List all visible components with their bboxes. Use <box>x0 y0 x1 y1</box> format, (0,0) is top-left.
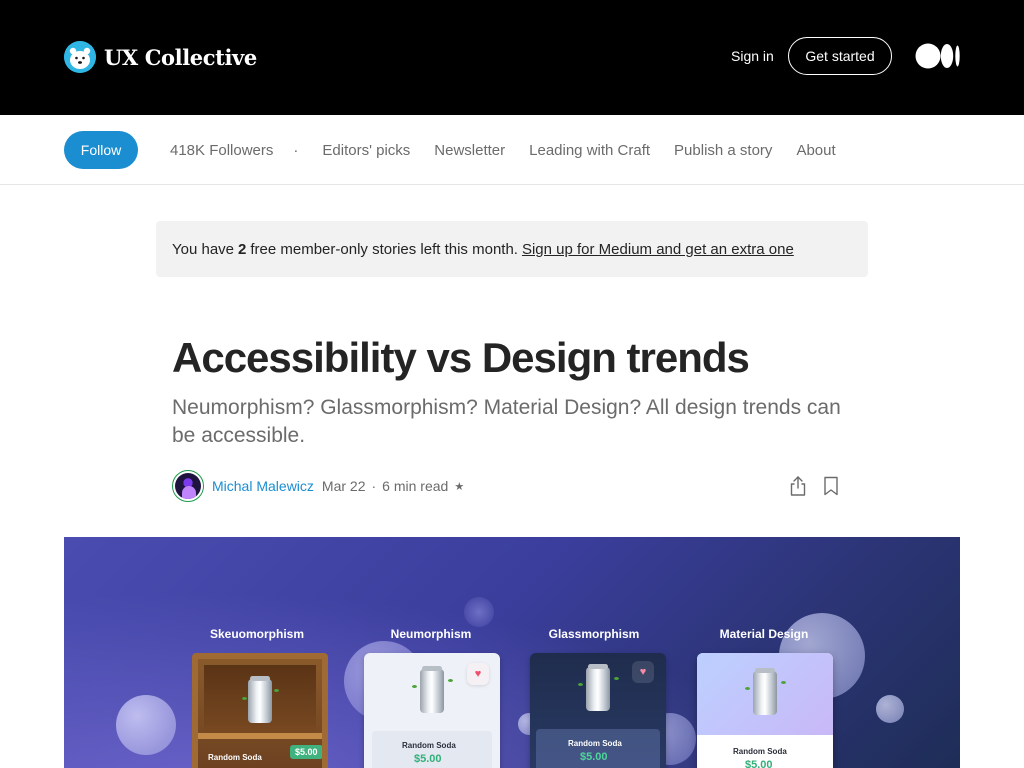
author-avatar[interactable] <box>172 470 204 502</box>
material-design-card: Random Soda $5.00 <box>697 653 833 768</box>
read-time: 6 min read <box>382 478 449 494</box>
product-name: Random Soda <box>208 753 262 762</box>
leaf-icon <box>274 689 279 692</box>
product-price: $5.00 <box>745 759 773 768</box>
product-name: Random Soda <box>402 741 456 750</box>
soda-can-icon <box>586 664 610 711</box>
decorative-bubble <box>116 695 176 755</box>
soda-can-icon <box>248 676 272 723</box>
article-title: Accessibility vs Design trends <box>172 334 750 381</box>
heart-icon: ♥ <box>632 661 654 683</box>
decorative-bubble <box>876 695 904 723</box>
medium-logo-icon[interactable] <box>915 43 961 69</box>
top-bar: UX Collective Sign in Get started <box>0 0 1024 115</box>
nav-item-leading-with-craft[interactable]: Leading with Craft <box>529 142 650 159</box>
nav-item-publish-a-story[interactable]: Publish a story <box>674 142 772 159</box>
banner-suffix: free member-only stories left this month… <box>250 240 518 258</box>
publication-name: UX Collective <box>104 44 257 70</box>
leaf-icon <box>412 685 417 688</box>
card-label-material-design: Material Design <box>719 627 809 641</box>
glassmorphism-card: ♥ Random Soda $5.00 <box>530 653 666 768</box>
card-label-neumorphism: Neumorphism <box>390 627 472 641</box>
sign-in-link[interactable]: Sign in <box>731 48 774 64</box>
member-stories-banner: You have 2 free member-only stories left… <box>156 221 868 277</box>
shelf-plank <box>198 733 322 739</box>
leaf-icon <box>578 683 583 686</box>
publication-nav: Follow 418K Followers · Editors' picks N… <box>0 115 1024 185</box>
meta-separator: · <box>371 478 377 494</box>
product-name: Random Soda <box>568 739 622 748</box>
article-byline: Michal Malewicz Mar 22 · 6 min read ★ <box>172 470 464 502</box>
neumorphism-card: ♥ Random Soda $5.00 <box>364 653 500 768</box>
leaf-icon <box>448 679 453 682</box>
card-label-glassmorphism: Glassmorphism <box>548 627 640 641</box>
heart-icon: ♥ <box>467 663 489 685</box>
decorative-bubble <box>464 597 494 627</box>
bookmark-icon[interactable] <box>822 476 840 496</box>
author-avatar-image <box>175 473 201 499</box>
nav-separator-dot: · <box>293 141 299 159</box>
leaf-icon <box>781 681 786 684</box>
publication-nav-items: 418K Followers · Editors' picks Newslett… <box>170 115 860 185</box>
followers-count-link[interactable]: 418K Followers <box>170 142 273 159</box>
publication-brand-link[interactable]: UX Collective <box>64 41 257 73</box>
sign-up-medium-link[interactable]: Sign up for Medium and get an extra one <box>522 241 794 258</box>
nav-item-newsletter[interactable]: Newsletter <box>434 142 505 159</box>
get-started-button[interactable]: Get started <box>788 37 892 75</box>
leaf-icon <box>614 677 619 680</box>
banner-prefix: You have <box>172 240 235 258</box>
skeuomorphism-card: Random Soda $5.00 <box>192 653 328 768</box>
product-price: $5.00 <box>414 753 442 765</box>
soda-can-icon <box>753 668 777 715</box>
follow-button[interactable]: Follow <box>64 131 138 169</box>
leaf-icon <box>242 697 247 700</box>
free-stories-count: 2 <box>238 240 247 258</box>
polar-bear-logo-icon <box>64 41 96 73</box>
nav-item-editors-picks[interactable]: Editors' picks <box>322 142 410 159</box>
member-only-star-icon: ★ <box>454 480 465 493</box>
nav-item-about[interactable]: About <box>796 142 835 159</box>
article-hero-image: Skeuomorphism Neumorphism Glassmorphism … <box>64 537 960 768</box>
product-price-badge: $5.00 <box>290 745 322 759</box>
article-subtitle: Neumorphism? Glassmorphism? Material Des… <box>172 396 841 447</box>
author-name-link[interactable]: Michal Malewicz <box>212 478 314 494</box>
card-label-skeuomorphism: Skeuomorphism <box>209 627 305 641</box>
product-name: Random Soda <box>733 747 787 756</box>
share-icon[interactable] <box>788 475 808 497</box>
publish-date: Mar 22 <box>321 478 366 494</box>
product-price: $5.00 <box>580 751 608 763</box>
soda-can-icon <box>420 666 444 713</box>
leaf-icon <box>745 687 750 690</box>
